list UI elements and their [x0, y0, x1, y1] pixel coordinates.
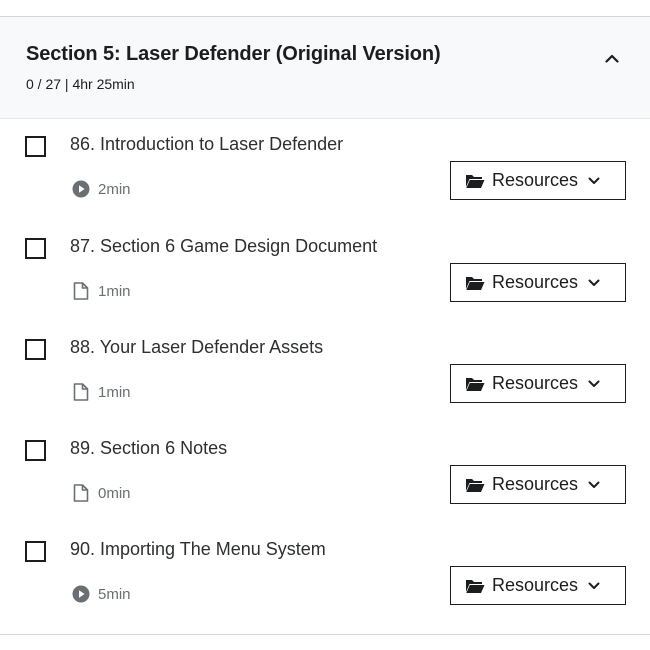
lecture-meta: 1min: [72, 382, 131, 402]
play-circle-icon: [72, 585, 90, 603]
lecture-duration: 5min: [98, 585, 131, 603]
file-icon: [72, 484, 90, 502]
chevron-down-icon: [588, 277, 600, 289]
lecture-complete-checkbox[interactable]: [25, 238, 46, 259]
lecture-duration: 2min: [98, 180, 131, 198]
course-curriculum-panel: Section 5: Laser Defender (Original Vers…: [0, 0, 650, 650]
lecture-complete-checkbox[interactable]: [25, 136, 46, 157]
lecture-meta: 0min: [72, 483, 131, 503]
lecture-title[interactable]: 88. Your Laser Defender Assets: [70, 337, 323, 358]
lecture-duration: 0min: [98, 484, 131, 502]
resources-label: Resources: [492, 170, 579, 190]
lecture-complete-checkbox[interactable]: [25, 339, 46, 360]
lecture-complete-checkbox[interactable]: [25, 440, 46, 461]
resources-dropdown-button[interactable]: Resources: [450, 364, 626, 403]
chevron-down-icon: [588, 479, 600, 491]
play-circle-icon: [72, 180, 90, 198]
chevron-down-icon: [588, 378, 600, 390]
file-icon: [72, 282, 90, 300]
file-icon: [72, 383, 90, 401]
resources-label: Resources: [492, 373, 579, 393]
collapse-section-button[interactable]: [598, 45, 626, 73]
section-header[interactable]: Section 5: Laser Defender (Original Vers…: [0, 17, 650, 119]
folder-open-icon: [465, 578, 485, 594]
lecture-meta: 5min: [72, 584, 131, 604]
lecture-meta: 2min: [72, 179, 131, 199]
lecture-item[interactable]: 88. Your Laser Defender Assets 1min Reso…: [0, 329, 650, 430]
chevron-down-icon: [588, 580, 600, 592]
lecture-complete-checkbox[interactable]: [25, 541, 46, 562]
lecture-duration: 1min: [98, 383, 131, 401]
resources-label: Resources: [492, 272, 579, 292]
lecture-item[interactable]: 90. Importing The Menu System 5min Resou…: [0, 531, 650, 632]
resources-label: Resources: [492, 474, 579, 494]
lecture-item[interactable]: 89. Section 6 Notes 0min Resources: [0, 430, 650, 531]
resources-dropdown-button[interactable]: Resources: [450, 566, 626, 605]
resources-label: Resources: [492, 575, 579, 595]
lecture-title[interactable]: 86. Introduction to Laser Defender: [70, 134, 343, 155]
folder-open-icon: [465, 477, 485, 493]
lecture-title[interactable]: 90. Importing The Menu System: [70, 539, 326, 560]
resources-dropdown-button[interactable]: Resources: [450, 263, 626, 302]
chevron-up-icon: [605, 50, 619, 68]
lecture-meta: 1min: [72, 281, 131, 301]
bottom-divider: [0, 634, 650, 635]
lecture-item[interactable]: 87. Section 6 Game Design Document 1min …: [0, 228, 650, 329]
lecture-item[interactable]: 86. Introduction to Laser Defender 2min …: [0, 126, 650, 227]
lecture-duration: 1min: [98, 282, 131, 300]
chevron-down-icon: [588, 175, 600, 187]
folder-open-icon: [465, 173, 485, 189]
lecture-title[interactable]: 89. Section 6 Notes: [70, 438, 227, 459]
folder-open-icon: [465, 376, 485, 392]
resources-dropdown-button[interactable]: Resources: [450, 465, 626, 504]
lecture-title[interactable]: 87. Section 6 Game Design Document: [70, 236, 377, 257]
folder-open-icon: [465, 275, 485, 291]
section-title: Section 5: Laser Defender (Original Vers…: [26, 43, 441, 65]
resources-dropdown-button[interactable]: Resources: [450, 161, 626, 200]
section-progress: 0 / 27 | 4hr 25min: [26, 76, 135, 92]
